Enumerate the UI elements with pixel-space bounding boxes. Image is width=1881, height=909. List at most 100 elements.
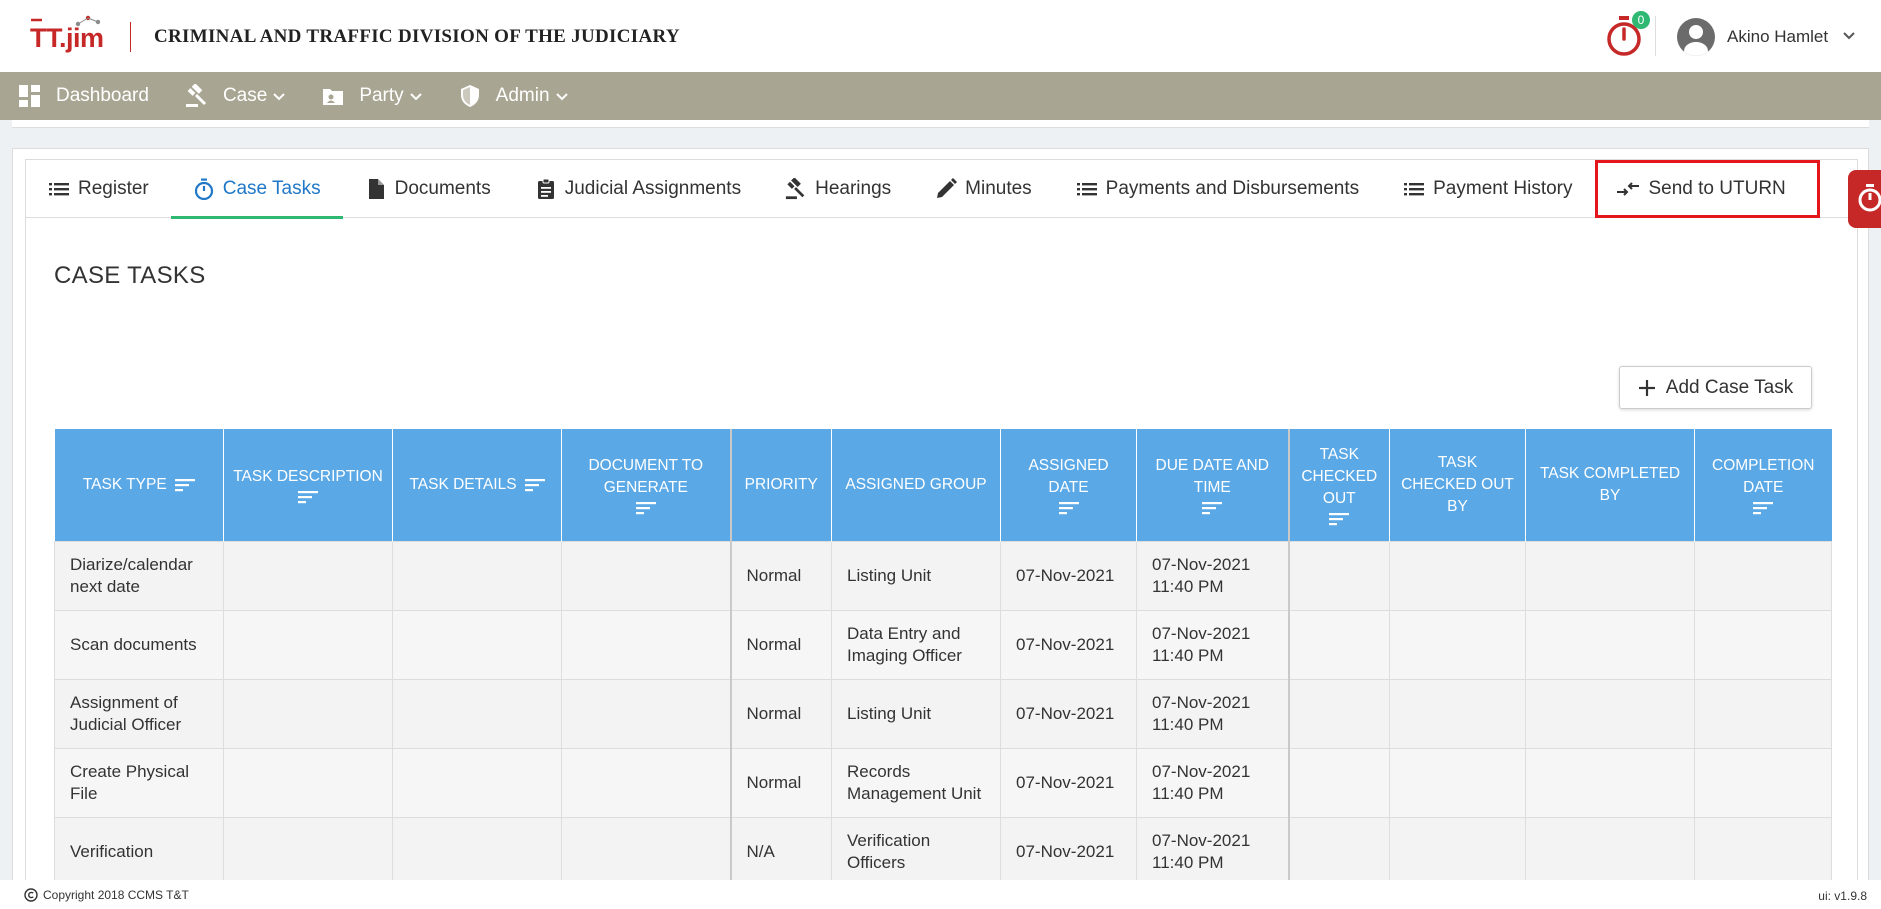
cell-document-to-generate [561, 816, 732, 887]
cell-task-checked-out-by [1389, 540, 1526, 611]
add-case-task-label: Add Case Task [1665, 376, 1794, 398]
tab-case-tasks[interactable]: Case Tasks [170, 160, 343, 219]
column-header-task-details[interactable]: TASK DETAILS [392, 429, 562, 541]
tab-label: Judicial Assignments [564, 178, 742, 199]
column-header-due-date-and-time[interactable]: DUE DATE AND TIME [1136, 429, 1290, 541]
cell-assigned-date: 07-Nov-2021 [1000, 747, 1137, 818]
column-header-task-completed-by: TASK COMPLETED BY [1525, 429, 1695, 541]
cell-task-checked-out [1288, 609, 1390, 680]
tab-documents[interactable]: Documents [343, 160, 513, 218]
table-row[interactable]: Scan documents Normal Data Entry and Ima… [54, 609, 1832, 680]
shield-icon [460, 85, 479, 107]
cell-task-completed-by [1525, 678, 1695, 749]
gavel-icon [786, 178, 805, 200]
case-tabs: Register Case Tasks Documents Judicial A… [26, 160, 1857, 219]
chevron-down-icon [1842, 29, 1856, 45]
header-divider [1655, 16, 1656, 56]
cell-assigned-group: Data Entry and Imaging Officer [831, 609, 1001, 680]
chevron-down-icon [409, 89, 422, 104]
logo[interactable]: TT.jim [28, 14, 118, 58]
table-row[interactable]: Assignment of Judicial Officer Normal Li… [54, 678, 1832, 749]
cell-priority: Normal [730, 747, 832, 818]
tab-send-to-uturn[interactable]: Send to UTURN [1594, 160, 1820, 218]
copyright-icon [24, 888, 38, 902]
tab-hearings[interactable]: Hearings [763, 160, 913, 218]
cell-due-date: 07-Nov-2021 11:40 PM [1136, 678, 1290, 749]
copyright-text: Copyright 2018 CCMS T&T [43, 888, 189, 902]
cell-document-to-generate [561, 747, 732, 818]
table-row[interactable]: Diarize/calendar next date Normal Listin… [54, 540, 1832, 611]
collapsed-panel-edge [12, 120, 1869, 128]
nav-item-case[interactable]: Case [167, 72, 303, 120]
sort-icon [1753, 501, 1774, 514]
cell-completion-date [1694, 540, 1832, 611]
cell-task-checked-out [1288, 540, 1390, 611]
cell-task-type: Verification [54, 816, 224, 887]
column-header-assigned-date[interactable]: ASSIGNED DATE [1000, 429, 1137, 541]
list-icon [1076, 183, 1097, 196]
cell-assigned-date: 07-Nov-2021 [1000, 540, 1137, 611]
sort-icon [174, 478, 195, 491]
list-icon [1404, 183, 1425, 196]
list-icon [49, 183, 69, 196]
avatar [1677, 18, 1715, 56]
logo-text: TT.jim [30, 23, 104, 53]
column-header-completion-date[interactable]: COMPLETION DATE [1694, 429, 1832, 541]
cell-completion-date [1694, 609, 1832, 680]
cell-task-details [392, 609, 562, 680]
cell-task-checked-out-by [1389, 747, 1526, 818]
page-title: CASE TASKS [54, 262, 206, 289]
sort-icon [524, 478, 545, 491]
app-header: TT.jim CRIMINAL AND TRAFFIC DIVISION OF … [0, 0, 1881, 72]
tab-label: Minutes [965, 178, 1032, 199]
cell-task-checked-out-by [1389, 816, 1526, 887]
column-header-document-to-generate[interactable]: DOCUMENT TO GENERATE [561, 429, 732, 541]
table-row[interactable]: Verification N/A Verification Officers 0… [54, 816, 1832, 887]
tab-register[interactable]: Register [26, 160, 171, 218]
cell-task-checked-out [1288, 816, 1390, 887]
column-header-task-type[interactable]: TASK TYPE [54, 429, 224, 541]
user-menu[interactable]: Akino Hamlet [1677, 18, 1856, 56]
plus-icon [1638, 375, 1656, 401]
task-timer-button[interactable]: 0 [1604, 11, 1650, 58]
tab-minutes[interactable]: Minutes [913, 160, 1054, 218]
tab-payment-history[interactable]: Payment History [1381, 160, 1594, 218]
nav-item-dashboard[interactable]: Dashboard [0, 72, 167, 120]
cell-task-type: Diarize/calendar next date [54, 540, 224, 611]
cell-completion-date [1694, 678, 1832, 749]
document-icon [368, 179, 384, 199]
contact-card-icon [323, 89, 344, 105]
cell-due-date: 07-Nov-2021 11:40 PM [1136, 747, 1290, 818]
side-timer-button[interactable] [1848, 170, 1881, 228]
tab-label: Send to UTURN [1648, 178, 1786, 199]
chevron-down-icon [555, 89, 568, 104]
copyright: Copyright 2018 CCMS T&T [24, 888, 189, 902]
stopwatch-icon [194, 178, 213, 200]
nav-item-admin[interactable]: Admin [440, 72, 586, 120]
cell-due-date: 07-Nov-2021 11:40 PM [1136, 816, 1290, 887]
chevron-down-icon [273, 89, 286, 104]
cell-task-type: Assignment of Judicial Officer [54, 678, 224, 749]
cell-priority: Normal [730, 540, 832, 611]
tab-payments-and-disbursements[interactable]: Payments and Disbursements [1054, 160, 1381, 218]
column-header-task-description[interactable]: TASK DESCRIPTION [223, 429, 393, 541]
nav-item-party[interactable]: Party [303, 72, 439, 120]
gavel-icon [185, 84, 207, 107]
add-case-task-button[interactable]: Add Case Task [1619, 366, 1812, 409]
cell-assigned-date: 07-Nov-2021 [1000, 816, 1137, 887]
cell-task-description [223, 609, 393, 680]
column-header-task-checked-out[interactable]: TASK CHECKED OUT [1288, 429, 1390, 541]
table-header-row: TASK TYPE TASK DESCRIPTION TASK DETAILS … [54, 429, 1832, 541]
cell-task-completed-by [1525, 540, 1695, 611]
tab-label: Case Tasks [222, 178, 321, 199]
cell-assigned-date: 07-Nov-2021 [1000, 678, 1137, 749]
tab-judicial-assignments[interactable]: Judicial Assignments [513, 160, 763, 218]
logo-divider [130, 22, 131, 52]
table-row[interactable]: Create Physical File Normal Records Mana… [54, 747, 1832, 818]
tab-label: Payments and Disbursements [1105, 178, 1360, 199]
cell-task-type: Scan documents [54, 609, 224, 680]
case-tasks-table: TASK TYPE TASK DESCRIPTION TASK DETAILS … [54, 429, 1832, 887]
clipboard-icon [537, 178, 554, 199]
pencil-icon [937, 178, 958, 198]
cell-assigned-group: Records Management Unit [831, 747, 1001, 818]
